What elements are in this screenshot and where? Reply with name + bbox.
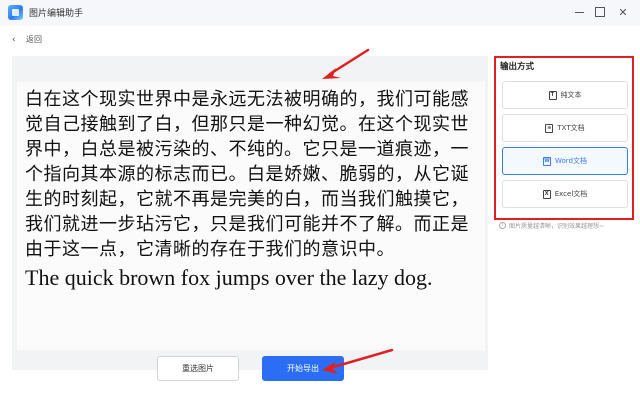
- preview-image: 白在这个现实世界中是永远无法被明确的，我们可能感觉自己接触到了白，但那只是一种幻…: [17, 82, 485, 350]
- output-option-txt[interactable]: ≡ TXT文档: [502, 114, 628, 142]
- text-doc-icon: T: [548, 90, 557, 100]
- quality-hint-text: 图片质量越清晰，识别效果越理想~: [509, 223, 605, 230]
- output-method-title: 输出方式: [500, 62, 535, 72]
- excel-file-icon: X: [542, 189, 551, 199]
- maximize-icon[interactable]: [591, 3, 609, 21]
- output-option-word[interactable]: W Word文档: [502, 147, 628, 175]
- start-export-button[interactable]: 开始导出: [262, 356, 344, 381]
- app-logo-icon: [8, 5, 23, 20]
- word-file-icon: W: [543, 156, 551, 166]
- output-option-label: Excel文档: [554, 190, 588, 198]
- txt-file-icon: ≡: [545, 123, 554, 133]
- app-title: 图片编辑助手: [29, 9, 84, 19]
- quality-hint: i 图片质量越清晰，识别效果越理想~: [499, 221, 604, 230]
- close-icon[interactable]: ✕: [614, 3, 632, 21]
- preview-chinese-text: 白在这个现实世界中是永远无法被明确的，我们可能感觉自己接触到了白，但那只是一种幻…: [25, 89, 469, 260]
- reselect-image-button[interactable]: 重选图片: [157, 356, 239, 381]
- title-bar: 图片编辑助手 ✕: [0, 0, 640, 26]
- minimize-icon[interactable]: [570, 3, 588, 21]
- image-preview: 白在这个现实世界中是永远无法被明确的，我们可能感觉自己接触到了白，但那只是一种幻…: [12, 56, 488, 370]
- output-option-label: Word文档: [555, 157, 587, 165]
- chevron-left-icon: ‹: [12, 34, 16, 45]
- output-option-plain-text[interactable]: T 纯文本: [502, 81, 628, 109]
- output-option-excel[interactable]: X Excel文档: [502, 180, 628, 208]
- output-method-panel: 输出方式 T 纯文本 ≡ TXT文档 W Word文档 X Excel文档: [494, 56, 634, 220]
- info-icon: i: [499, 222, 506, 229]
- main-content: ‹ 返回 白在这个现实世界中是永远无法被明确的，我们可能感觉自己接触到了白，但那…: [0, 26, 640, 397]
- back-label: 返回: [26, 35, 42, 44]
- preview-english-text: The quick brown fox jumps over the lazy …: [25, 265, 433, 290]
- output-option-label: 纯文本: [560, 91, 582, 99]
- output-option-label: TXT文档: [557, 124, 585, 132]
- back-button[interactable]: ‹ 返回: [12, 34, 42, 45]
